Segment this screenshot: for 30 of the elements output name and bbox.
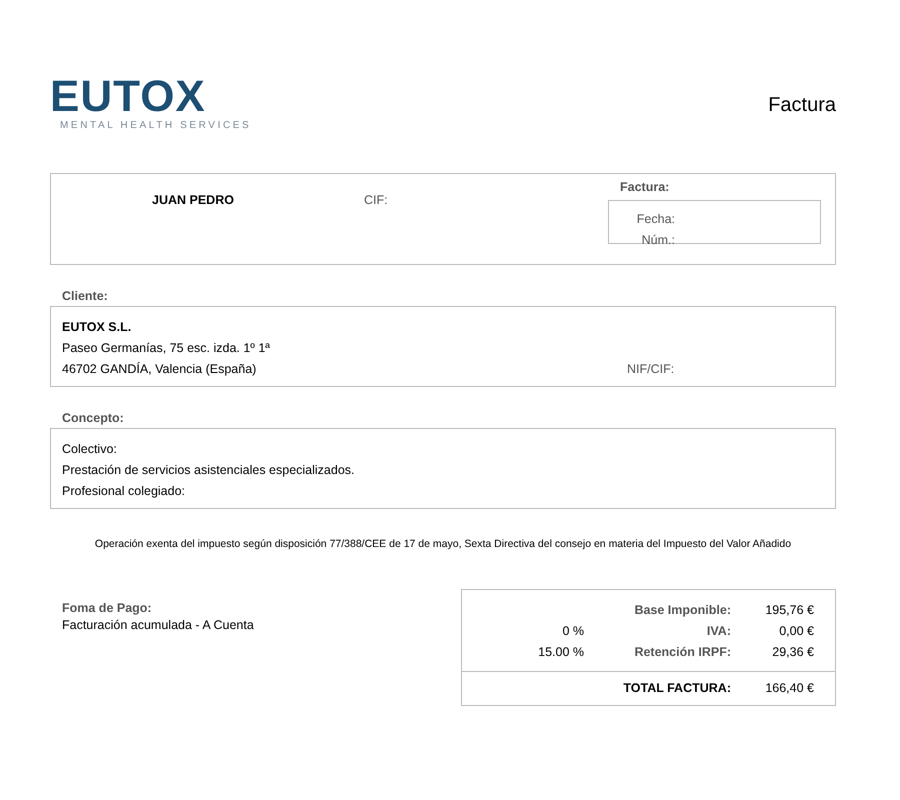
logo-wordmark: EUTOX	[50, 78, 207, 116]
payment-heading: Foma de Pago:	[62, 600, 153, 617]
amount: 195,76 €	[764, 602, 814, 619]
concept-line: Prestación de servicios asistenciales especializados.	[62, 462, 356, 479]
concept-line: Colectivo:	[62, 441, 118, 458]
section-heading: Cliente:	[62, 289, 109, 303]
total-label: IVA:	[706, 623, 731, 640]
tax-exemption-note: Operación exenta del impuesto según disposición 77/388/CEE de 17 de mayo, Sexta Directiva del consejo en materia del Impuesto del Valor Añadido	[94, 538, 792, 550]
amount: 166,40 €	[764, 680, 814, 697]
total-label: Base Imponible:	[633, 602, 731, 619]
field-label: Núm.:	[640, 232, 675, 249]
total-label: TOTAL FACTURA:	[622, 680, 731, 697]
field-label: Fecha:	[636, 211, 675, 228]
tax-rate: 0 %	[561, 623, 584, 640]
issuer-name: JUAN PEDRO	[152, 193, 235, 207]
logo-tagline: MENTAL HEALTH SERVICES	[60, 120, 252, 131]
address-line: 46702 GANDÍA, Valencia (España)	[62, 361, 258, 378]
amount: 0,00 €	[778, 623, 814, 640]
client-name: EUTOX S.L.	[62, 319, 132, 336]
total-label: Retención IRPF:	[633, 644, 731, 661]
address-line: Paseo Germanías, 75 esc. izda. 1º 1ª	[62, 340, 271, 357]
tax-rate: 15.00 %	[537, 644, 584, 661]
concept-line: Profesional colegiado:	[62, 483, 186, 500]
document-title: Factura	[768, 94, 836, 117]
section-heading: Concepto:	[62, 411, 125, 425]
cif-label: CIF:	[364, 193, 389, 207]
amount: 29,36 €	[771, 644, 814, 661]
nif-label: NIF/CIF:	[627, 361, 674, 378]
invoice-heading: Factura:	[620, 180, 670, 194]
payment-method: Facturación acumulada - A Cuenta	[62, 617, 254, 634]
